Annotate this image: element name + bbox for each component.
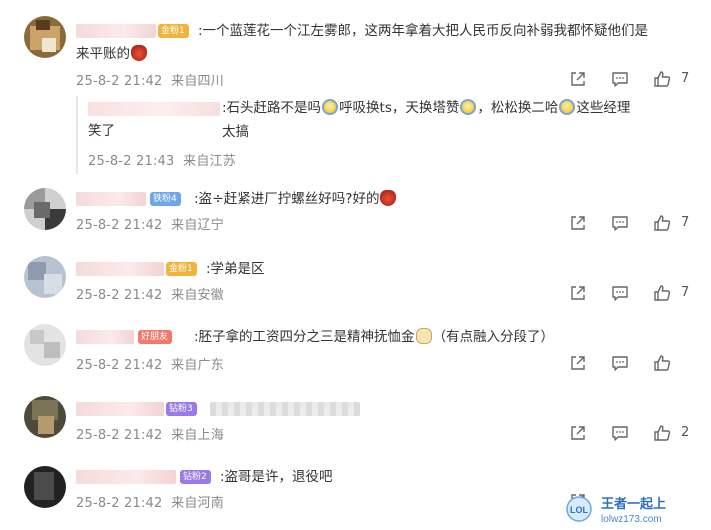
fan-badge: 好朋友 [138, 330, 173, 344]
comment-actions: 2 [561, 424, 711, 444]
emoji-icon [559, 99, 576, 115]
comment-meta: 25-8-2 21:42 来自四川 [76, 70, 224, 89]
comment-icon[interactable] [611, 284, 629, 302]
avatar[interactable] [24, 466, 66, 508]
reply-username-blurred[interactable] [88, 102, 220, 116]
comment-text: :学弟是区 [206, 261, 265, 277]
like-count: 2 [681, 425, 690, 440]
location: 来自安徽 [171, 288, 224, 303]
fan-badge: 钻粉2 [180, 470, 211, 484]
fan-badge: 金粉1 [166, 262, 197, 276]
comment-meta: 25-8-2 21:42 来自广东 [76, 354, 224, 373]
reply-text-cont: 笑了 [88, 123, 115, 139]
timestamp: 25-8-2 21:43 [88, 154, 175, 169]
comment-icon[interactable] [611, 424, 629, 442]
comment-meta: 25-8-2 21:42 来自河南 [76, 492, 224, 511]
timestamp: 25-8-2 21:42 [76, 496, 163, 511]
comment-meta: 25-8-2 21:42 来自上海 [76, 424, 224, 443]
divide-icon: ÷ [212, 191, 224, 207]
emoji-icon [380, 190, 397, 206]
username-blurred[interactable] [76, 402, 164, 416]
share-icon[interactable] [569, 284, 587, 302]
like-count: 7 [681, 215, 690, 230]
like-icon[interactable] [653, 214, 671, 232]
like-count: 7 [681, 71, 690, 86]
watermark-logo: LOL [570, 505, 588, 515]
comment-actions: 7 [561, 284, 711, 304]
fan-badge: 金粉1 [158, 24, 189, 38]
comment-meta: 25-8-2 21:42 来自辽宁 [76, 214, 224, 233]
comment-meta: 25-8-2 21:42 来自安徽 [76, 284, 224, 303]
timestamp: 25-8-2 21:42 [76, 288, 163, 303]
like-icon[interactable] [653, 424, 671, 442]
comment-text: :胚子拿的工资四分之三是精神抚恤金 （有点融入分段了） [194, 328, 555, 345]
timestamp: 25-8-2 21:42 [76, 358, 163, 373]
location: 来自广东 [171, 358, 224, 373]
like-icon[interactable] [653, 354, 671, 372]
emoji-icon [415, 328, 432, 344]
location: 来自辽宁 [171, 218, 224, 233]
username-blurred[interactable] [76, 470, 176, 484]
avatar[interactable] [24, 188, 66, 230]
location: 来自河南 [171, 496, 224, 511]
like-count: 7 [681, 285, 690, 300]
share-icon[interactable] [569, 354, 587, 372]
comment-icon[interactable] [611, 214, 629, 232]
timestamp: 25-8-2 21:42 [76, 74, 163, 89]
watermark: LOL 王者一起上 lolwz173.com [565, 492, 705, 526]
timestamp: 25-8-2 21:42 [76, 218, 163, 233]
avatar[interactable] [24, 396, 66, 438]
watermark-url: lolwz173.com [601, 514, 662, 525]
location: 来自上海 [171, 428, 224, 443]
emoji-icon [322, 99, 339, 115]
avatar[interactable] [24, 256, 66, 298]
reply-text: :石头赶路不是吗 呼吸换ts，天换塔赞 ，松松换二哈 这些经理太搞 [222, 99, 631, 140]
share-icon[interactable] [569, 70, 587, 88]
comment-text: :盗÷赶紧进厂拧螺丝好吗?好的 [194, 187, 397, 211]
comment-icon[interactable] [611, 354, 629, 372]
watermark-brand: 王者一起上 [601, 496, 666, 512]
comment-actions: 7 [561, 214, 711, 234]
avatar[interactable] [24, 16, 66, 58]
comment-text: :盗哥是许，退役吧 [220, 469, 333, 485]
emoji-icon [131, 45, 147, 61]
share-icon[interactable] [569, 424, 587, 442]
timestamp: 25-8-2 21:42 [76, 428, 163, 443]
comment-actions: 7 [561, 70, 711, 90]
fan-badge: 钻粉3 [166, 402, 197, 416]
location: 来自江苏 [183, 154, 236, 169]
comment-text-blurred [210, 402, 360, 416]
username-blurred[interactable] [76, 330, 134, 344]
share-icon[interactable] [569, 214, 587, 232]
avatar[interactable] [24, 324, 66, 366]
fan-badge: 铁粉4 [150, 192, 181, 206]
location: 来自四川 [171, 74, 224, 89]
username-blurred[interactable] [76, 262, 164, 276]
comment-icon[interactable] [611, 70, 629, 88]
username-blurred[interactable] [76, 192, 146, 206]
like-icon[interactable] [653, 284, 671, 302]
comment-actions [561, 354, 711, 374]
username-blurred[interactable] [76, 24, 156, 38]
comment-text-cont: 来平账的 [76, 42, 148, 66]
like-icon[interactable] [653, 70, 671, 88]
reply-block: :石头赶路不是吗 呼吸换ts，天换塔赞 ，松松换二哈 这些经理太搞 笑了 25-8-2… [76, 96, 638, 174]
emoji-icon [460, 99, 477, 115]
comment-text: :一个蓝莲花一个江左雾郎，这两年拿着大把人民币反向补弱我都怀疑他们是 [198, 23, 649, 39]
reply-meta: 25-8-2 21:43 来自江苏 [88, 150, 236, 169]
